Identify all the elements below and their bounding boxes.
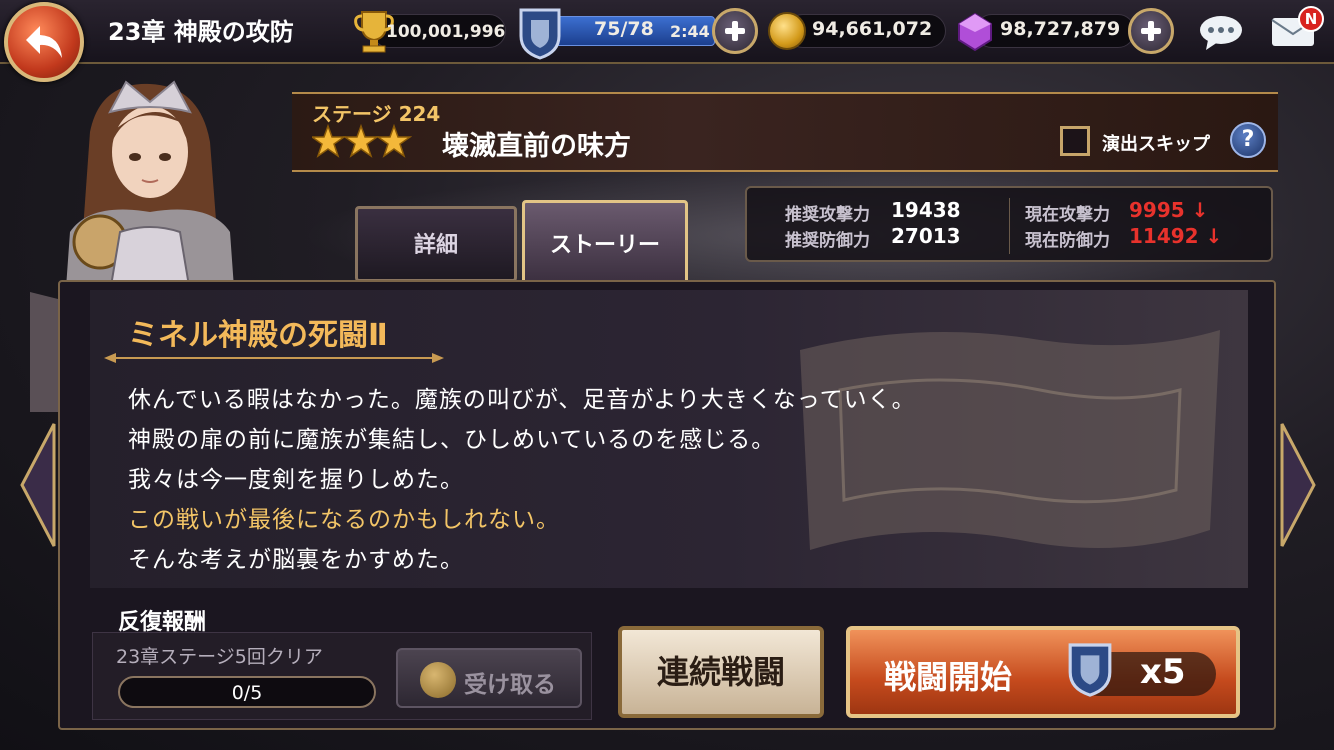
story-line: 休んでいる暇はなかった。魔族の叫びが、足音がより大きくなっていく。: [128, 387, 916, 413]
chapter-title: 23章 神殿の攻防: [108, 18, 294, 46]
gold-coin-icon: [768, 12, 806, 50]
stamina-timer: 2:44: [670, 22, 710, 41]
stamina-shield-icon: [519, 8, 561, 60]
stage-header: ステージ 224 壊滅直前の味方 演出スキップ ?: [292, 92, 1278, 172]
receive-reward-label: 受け取る: [464, 672, 556, 698]
recommended-defense-label: 推奨防御力: [785, 231, 870, 251]
help-button[interactable]: ?: [1230, 122, 1266, 158]
stamina-value: 75/78: [594, 18, 654, 40]
current-defense-label: 現在防御力: [1025, 231, 1110, 251]
power-comparison-panel: 推奨攻撃力 19438 推奨防御力 27013 現在攻撃力 9995 ↓ 現在防…: [745, 186, 1273, 262]
repeat-reward-condition: 23章ステージ5回クリア: [116, 646, 323, 668]
add-gems-button[interactable]: [1128, 8, 1174, 54]
chat-icon[interactable]: [1198, 14, 1244, 52]
current-attack-label: 現在攻撃力: [1025, 205, 1110, 225]
mail-notification-badge: N: [1298, 6, 1324, 32]
story-line: 神殿の扉の前に魔族が集結し、ひしめいているのを感じる。: [128, 427, 776, 453]
stage-stars: [312, 124, 412, 158]
repeat-reward-progress-text: 0/5: [231, 682, 263, 704]
gem-icon: [958, 12, 992, 52]
stage-number: ステージ 224: [312, 102, 441, 126]
next-stage-arrow-icon[interactable]: [1278, 420, 1318, 550]
gold-value: 94,661,072: [812, 18, 933, 40]
story-line: そんな考えが脳裏をかすめた。: [128, 547, 464, 573]
stamina-shield-icon: [1068, 643, 1112, 697]
add-stamina-button[interactable]: [712, 8, 758, 54]
recommended-attack-label: 推奨攻撃力: [785, 205, 870, 225]
banner-flag-illustration: [800, 330, 1220, 550]
receive-reward-button[interactable]: 受け取る: [396, 648, 582, 708]
recommended-attack-value: 19438: [891, 198, 961, 222]
story-line-highlight: この戦いが最後になるのかもしれない。: [128, 507, 560, 533]
power-divider: [1009, 198, 1010, 254]
stage-name: 壊滅直前の味方: [442, 131, 631, 162]
current-defense-value: 11492 ↓: [1129, 224, 1223, 248]
current-attack-value: 9995 ↓: [1129, 198, 1209, 222]
repeat-reward-label: 反復報酬: [118, 610, 207, 635]
story-title: ミネル神殿の死闘Ⅱ: [128, 318, 388, 353]
previous-stage-arrow-icon[interactable]: [18, 420, 58, 550]
back-button[interactable]: [4, 2, 84, 82]
top-bar: 23章 神殿の攻防 100,001,996 75/78 2:44 94,661,…: [0, 0, 1334, 64]
star-icon: [375, 124, 412, 158]
repeat-reward-progress-bar: 0/5: [118, 676, 376, 708]
trophy-value: 100,001,996: [386, 22, 506, 42]
battle-cost: x5: [1140, 652, 1186, 692]
start-battle-button[interactable]: 戦闘開始 x5: [846, 626, 1240, 718]
tab-story[interactable]: ストーリー: [522, 200, 688, 284]
start-battle-label: 戦闘開始: [884, 658, 1013, 696]
back-arrow-icon: [26, 26, 62, 58]
title-divider: [104, 353, 444, 363]
recommended-defense-value: 27013: [891, 224, 961, 248]
story-line: 我々は今一度剣を握りしめた。: [128, 467, 464, 493]
gem-value: 98,727,879: [1000, 18, 1121, 40]
skip-cutscene-label: 演出スキップ: [1102, 134, 1210, 155]
star-icon: [312, 124, 347, 158]
star-icon: [342, 124, 380, 158]
coin-icon: [420, 662, 456, 698]
continuous-battle-button[interactable]: 連続戦闘: [618, 626, 824, 718]
tab-detail[interactable]: 詳細: [355, 206, 517, 282]
skip-cutscene-checkbox[interactable]: [1060, 126, 1090, 156]
story-box: ミネル神殿の死闘Ⅱ 休んでいる暇はなかった。魔族の叫びが、足音がより大きくなって…: [90, 290, 1248, 588]
